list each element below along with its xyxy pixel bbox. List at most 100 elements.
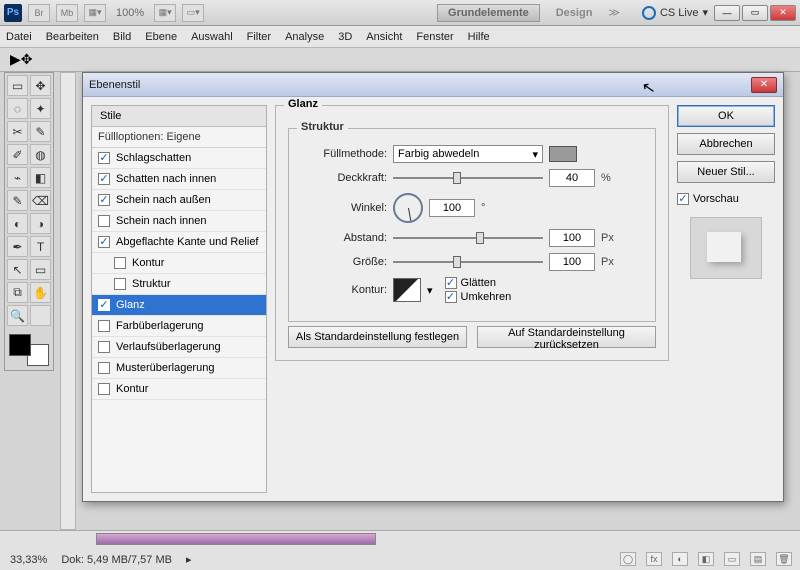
more-icon[interactable]: ≫	[608, 6, 620, 19]
style-row[interactable]: Farbüberlagerung	[92, 316, 266, 337]
tool-button[interactable]: ◐	[7, 213, 28, 234]
distance-slider[interactable]	[393, 231, 543, 245]
distance-input[interactable]: 100	[549, 229, 595, 247]
workspace-tab-grundelemente[interactable]: Grundelemente	[437, 4, 540, 22]
window-minimize-button[interactable]: —	[714, 5, 740, 21]
cancel-button[interactable]: Abbrechen	[677, 133, 775, 155]
status-icon[interactable]: 🗑	[776, 552, 792, 566]
style-row[interactable]: Kontur	[92, 379, 266, 400]
menu-item[interactable]: Bearbeiten	[46, 31, 99, 43]
style-row[interactable]: Verlaufsüberlagerung	[92, 337, 266, 358]
toolbar-slot[interactable]: Br	[28, 4, 50, 22]
move-tool-icon[interactable]: ▶✥	[10, 51, 33, 68]
tool-button[interactable]: ⌁	[7, 167, 28, 188]
menu-item[interactable]: Analyse	[285, 31, 324, 43]
menu-item[interactable]: Bild	[113, 31, 131, 43]
menu-item[interactable]: Auswahl	[191, 31, 233, 43]
make-default-button[interactable]: Als Standardeinstellung festlegen	[288, 326, 467, 348]
status-icon[interactable]: ◯	[620, 552, 636, 566]
status-icon[interactable]: ◐	[672, 552, 688, 566]
tool-button[interactable]: ◧	[30, 167, 51, 188]
status-icon[interactable]: ▭	[724, 552, 740, 566]
status-zoom[interactable]: 33,33%	[10, 554, 47, 566]
toolbar-slot[interactable]: ▭▾	[182, 4, 204, 22]
tool-button[interactable]: ✂	[7, 121, 28, 142]
tool-button[interactable]: ▭	[7, 75, 28, 96]
tool-button[interactable]: ✐	[7, 144, 28, 165]
status-icon[interactable]: fx	[646, 552, 662, 566]
checkbox-icon[interactable]: ✓	[98, 299, 110, 311]
tool-button[interactable]: 🔍	[7, 305, 28, 326]
menu-item[interactable]: Hilfe	[468, 31, 490, 43]
tool-button[interactable]: ↖	[7, 259, 28, 280]
status-icon[interactable]: ▤	[750, 552, 766, 566]
style-row[interactable]: ✓Schlagschatten	[92, 148, 266, 169]
opacity-slider[interactable]	[393, 171, 543, 185]
tool-button[interactable]: T	[30, 236, 51, 257]
opacity-input[interactable]: 40	[549, 169, 595, 187]
style-row[interactable]: ✓Schatten nach innen	[92, 169, 266, 190]
style-row[interactable]: ✓Schein nach außen	[92, 190, 266, 211]
tool-button[interactable]: ◑	[30, 213, 51, 234]
tool-button[interactable]	[30, 305, 51, 326]
checkbox-icon[interactable]: ✓	[98, 152, 110, 164]
tool-button[interactable]: ▭	[30, 259, 51, 280]
menu-item[interactable]: Ebene	[145, 31, 177, 43]
window-close-button[interactable]: ✕	[770, 5, 796, 21]
tool-button[interactable]: ◌	[7, 98, 28, 119]
checkbox-icon[interactable]	[114, 278, 126, 290]
menu-item[interactable]: Filter	[247, 31, 271, 43]
chevron-right-icon[interactable]: ▸	[186, 553, 192, 566]
style-row[interactable]: Musterüberlagerung	[92, 358, 266, 379]
checkbox-icon[interactable]	[98, 320, 110, 332]
tool-button[interactable]: ✥	[30, 75, 51, 96]
toolbar-slot[interactable]: Mb	[56, 4, 78, 22]
angle-dial[interactable]	[393, 193, 423, 223]
checkbox-icon[interactable]	[114, 257, 126, 269]
tool-button[interactable]: ✦	[30, 98, 51, 119]
new-style-button[interactable]: Neuer Stil...	[677, 161, 775, 183]
checkbox-icon[interactable]: ✓	[98, 236, 110, 248]
contour-picker[interactable]	[393, 278, 421, 302]
color-swatches[interactable]	[7, 332, 51, 368]
angle-input[interactable]: 100	[429, 199, 475, 217]
style-row[interactable]: Struktur	[92, 274, 266, 295]
status-doc[interactable]: Dok: 5,49 MB/7,57 MB	[61, 554, 172, 566]
checkbox-icon[interactable]	[98, 362, 110, 374]
checkbox-icon[interactable]	[98, 341, 110, 353]
chevron-down-icon[interactable]: ▾	[427, 284, 433, 297]
menu-item[interactable]: Ansicht	[366, 31, 402, 43]
preview-checkbox[interactable]: ✓Vorschau	[677, 193, 775, 205]
toolbar-slot[interactable]: ▦▾	[154, 4, 176, 22]
ok-button[interactable]: OK	[677, 105, 775, 127]
styles-header[interactable]: Stile	[92, 106, 266, 127]
size-input[interactable]: 100	[549, 253, 595, 271]
cs-live-button[interactable]: CS Live ▾	[642, 6, 708, 20]
checkbox-icon[interactable]: ✓	[98, 194, 110, 206]
tool-button[interactable]: ✒	[7, 236, 28, 257]
foreground-swatch[interactable]	[9, 334, 31, 356]
tool-button[interactable]: ✎	[7, 190, 28, 211]
checkbox-icon[interactable]	[98, 383, 110, 395]
style-row[interactable]: ✓Glanz	[92, 295, 266, 316]
tool-button[interactable]: ◍	[30, 144, 51, 165]
fill-options[interactable]: Füllloptionen: Eigene	[92, 127, 266, 148]
size-slider[interactable]	[393, 255, 543, 269]
style-row[interactable]: ✓Abgeflachte Kante und Relief	[92, 232, 266, 253]
tool-button[interactable]: ⧉	[7, 282, 28, 303]
menu-item[interactable]: 3D	[338, 31, 352, 43]
reset-default-button[interactable]: Auf Standardeinstellung zurücksetzen	[477, 326, 656, 348]
style-row[interactable]: Kontur	[92, 253, 266, 274]
window-maximize-button[interactable]: ▭	[742, 5, 768, 21]
tool-button[interactable]: ⌫	[30, 190, 51, 211]
tool-button[interactable]: ✋	[30, 282, 51, 303]
tool-button[interactable]: ✎	[30, 121, 51, 142]
invert-checkbox[interactable]: ✓Umkehren	[445, 291, 512, 303]
blend-mode-select[interactable]: Farbig abwedeln ▾	[393, 145, 543, 163]
menu-item[interactable]: Datei	[6, 31, 32, 43]
toolbar-slot[interactable]: ▦▾	[84, 4, 106, 22]
menu-item[interactable]: Fenster	[416, 31, 453, 43]
dialog-close-button[interactable]: ✕	[751, 77, 777, 93]
style-row[interactable]: Schein nach innen	[92, 211, 266, 232]
workspace-tab-design[interactable]: Design	[546, 4, 603, 22]
